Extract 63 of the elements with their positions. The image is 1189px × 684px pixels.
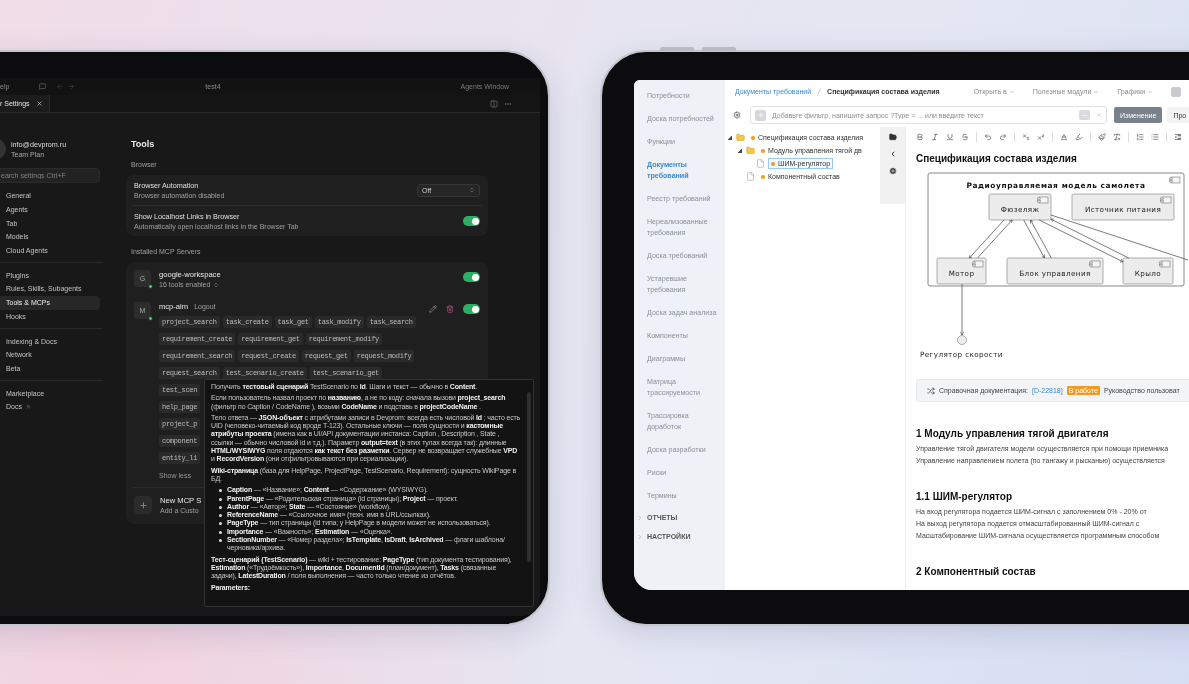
close-icon[interactable] — [35, 100, 43, 107]
component-icon — [1037, 196, 1049, 204]
bullet-icon — [219, 539, 222, 543]
clear-format-icon[interactable] — [1113, 133, 1121, 141]
bullet-icon — [219, 505, 222, 509]
component-icon — [972, 260, 984, 268]
brush-icon[interactable] — [1098, 133, 1106, 141]
shuffle-icon — [927, 386, 935, 395]
bullet-icon — [219, 489, 222, 493]
chevron-icon — [469, 187, 475, 193]
edit-icon[interactable] — [429, 305, 437, 313]
component-icon — [1089, 260, 1101, 268]
external-link-icon — [24, 403, 31, 410]
component-box — [988, 193, 1052, 221]
toggle-switch[interactable] — [463, 304, 480, 314]
breadcrumb-separator-icon — [817, 87, 822, 96]
component-icon — [1159, 260, 1171, 268]
strikethrough-icon[interactable] — [961, 133, 969, 141]
section-heading: 1 Модуль управления тягой двигателя — [916, 428, 1110, 439]
bullet-icon — [219, 522, 222, 526]
page-icon — [746, 172, 755, 181]
undo-icon[interactable] — [984, 133, 992, 141]
toggle-switch[interactable] — [463, 216, 480, 226]
highlight-icon[interactable] — [1075, 133, 1083, 141]
outdent-icon[interactable] — [1174, 133, 1182, 141]
italic-icon[interactable] — [931, 133, 939, 141]
bullet-icon — [219, 497, 222, 501]
redo-icon[interactable] — [999, 133, 1007, 141]
bullet-icon — [219, 530, 222, 534]
chat-icon[interactable] — [39, 83, 47, 90]
chevron-icon — [1093, 88, 1100, 95]
chevron-icon — [1008, 88, 1015, 95]
numbered-list-icon[interactable] — [1136, 133, 1144, 141]
chevron-icon — [1147, 88, 1154, 95]
section-heading: 2 Компонентный состав — [916, 566, 1037, 577]
plus-icon — [138, 500, 148, 510]
section-heading: 1.1 ШИМ-регулятор — [916, 491, 1013, 502]
subscript-icon[interactable] — [1022, 133, 1030, 141]
page-icon — [756, 159, 765, 168]
add-icon[interactable] — [888, 167, 897, 175]
component-box — [936, 257, 987, 285]
page-title: Tools — [131, 139, 156, 149]
bullet-list-icon[interactable] — [1151, 133, 1159, 141]
expand-icon[interactable] — [737, 148, 743, 153]
superscript-icon[interactable] — [1037, 133, 1045, 141]
toggle-switch[interactable] — [463, 272, 480, 282]
interface-circle — [957, 335, 967, 345]
document-title: Спецификация состава изделия — [916, 153, 1078, 164]
trash-icon[interactable] — [446, 305, 454, 313]
underline-icon[interactable] — [946, 133, 954, 141]
menu-button[interactable] — [1171, 86, 1182, 97]
folder-icon — [746, 146, 755, 155]
folder-icon — [736, 133, 745, 142]
text-color-icon[interactable] — [1060, 133, 1068, 141]
component-icon — [1169, 176, 1181, 184]
bold-icon[interactable] — [916, 133, 924, 141]
expand-icon[interactable] — [727, 135, 733, 140]
chevron-icon — [213, 281, 220, 288]
component-box — [1122, 257, 1174, 285]
bullet-icon — [219, 514, 222, 518]
add-button[interactable] — [134, 496, 152, 514]
folder-icon[interactable] — [888, 133, 897, 141]
component-icon — [1160, 196, 1172, 204]
